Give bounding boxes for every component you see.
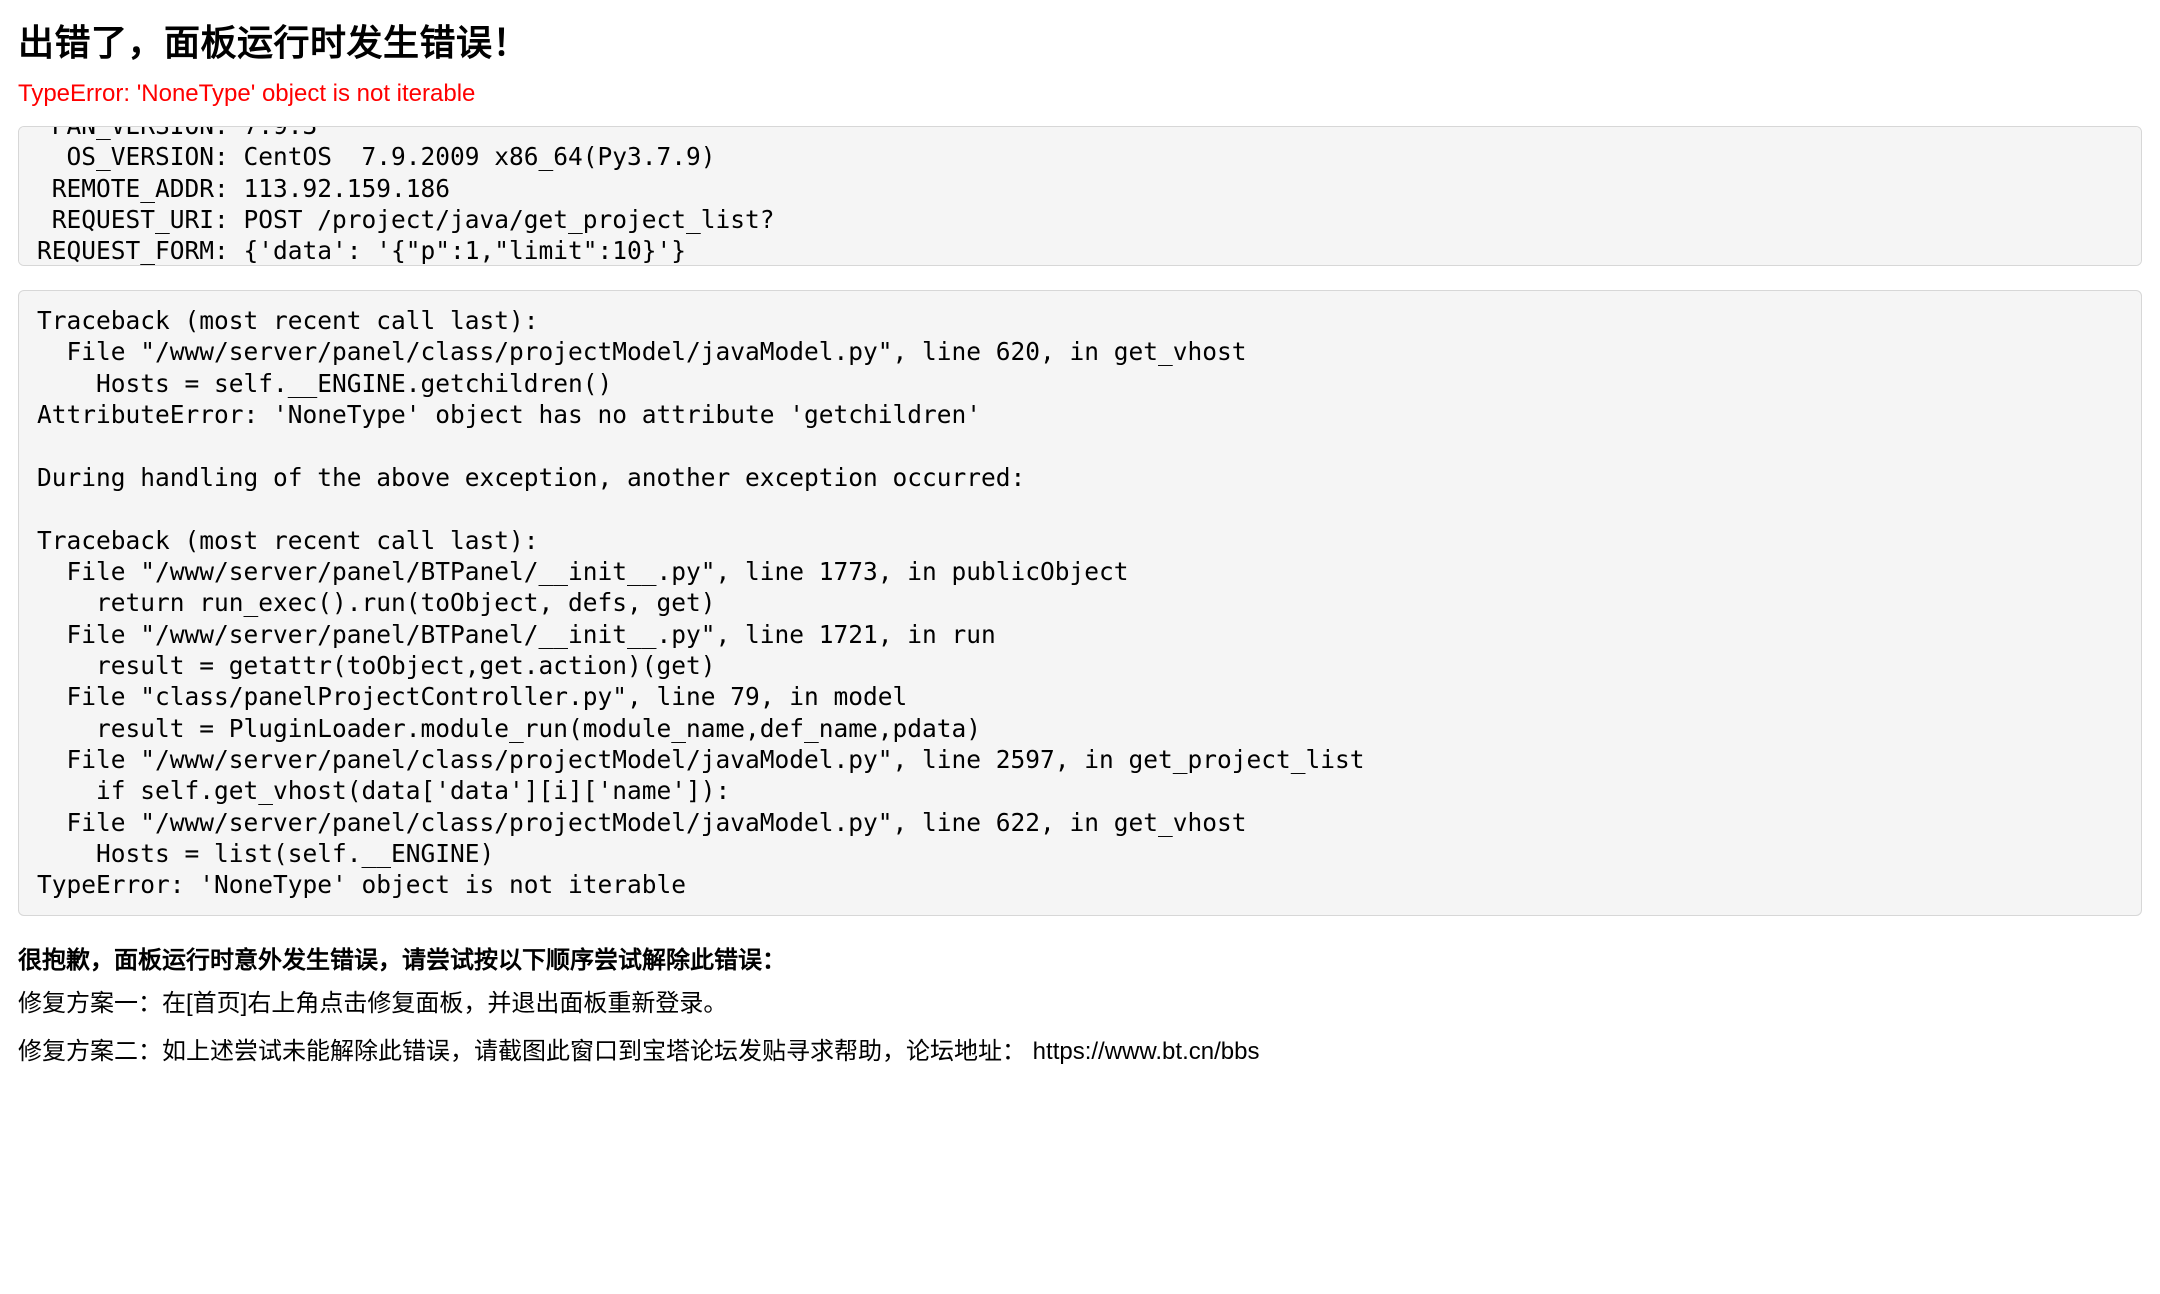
forum-link[interactable]: https://www.bt.cn/bbs (1033, 1038, 1260, 1065)
traceback-block: Traceback (most recent call last): File … (18, 290, 2142, 916)
error-summary: TypeError: 'NoneType' object is not iter… (18, 80, 2142, 108)
fix-step-2-prefix: 修复方案二：如上述尝试未能解除此错误，请截图此窗口到宝塔论坛发贴寻求帮助，论坛地… (18, 1038, 1026, 1065)
fix-step-1: 修复方案一：在[首页]右上角点击修复面板，并退出面板重新登录。 (18, 985, 2142, 1023)
page-title: 出错了，面板运行时发生错误！ (18, 14, 2142, 66)
apology-heading: 很抱歉，面板运行时意外发生错误，请尝试按以下顺序尝试解除此错误： (18, 940, 2142, 975)
env-info-text: PAN_VERSION: 7.9.3 OS_VERSION: CentOS 7.… (37, 126, 1969, 266)
env-info-block: PAN_VERSION: 7.9.3 OS_VERSION: CentOS 7.… (18, 126, 2142, 266)
fix-step-2: 修复方案二：如上述尝试未能解除此错误，请截图此窗口到宝塔论坛发贴寻求帮助，论坛地… (18, 1033, 2142, 1071)
